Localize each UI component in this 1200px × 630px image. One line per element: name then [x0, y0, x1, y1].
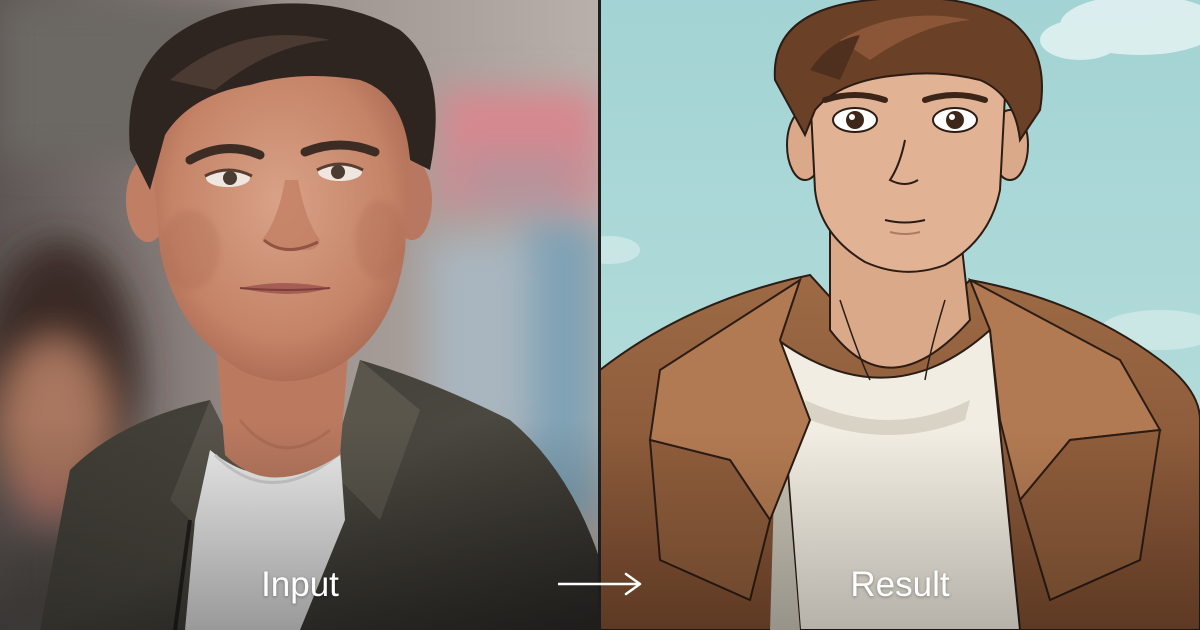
panel-divider: [598, 0, 601, 630]
result-illustration-panel: [600, 0, 1200, 630]
result-label: Result: [850, 565, 950, 604]
input-photo: [0, 0, 600, 630]
result-illustration: [600, 0, 1200, 630]
comparison-image: Input Result: [0, 0, 1200, 630]
right-arrow-icon: [558, 572, 642, 596]
input-photo-panel: [0, 0, 600, 630]
input-label: Input: [261, 565, 339, 604]
